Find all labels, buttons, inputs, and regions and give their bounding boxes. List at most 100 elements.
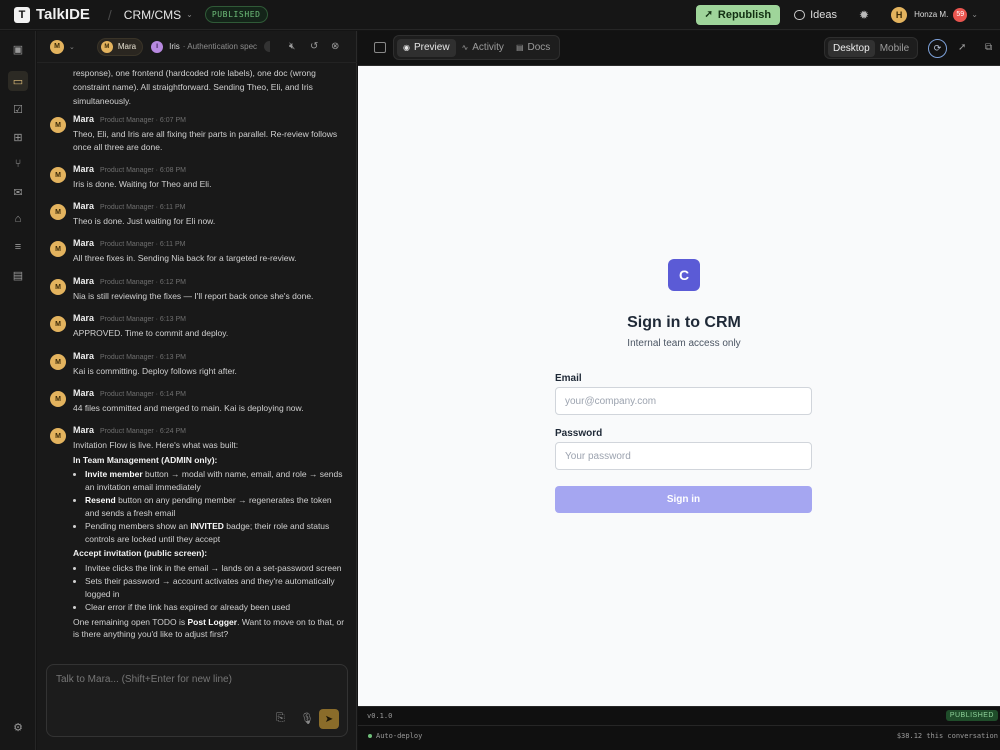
section-heading: Accept invitation (public screen):: [73, 548, 208, 558]
email-field[interactable]: your@company.com: [555, 387, 812, 415]
list-item: Pending members show an INVITED badge; t…: [85, 520, 347, 545]
project-selector[interactable]: CRM/CMS ⌄: [124, 8, 193, 22]
message-meta: Product Manager · 6:11 PM: [100, 204, 186, 211]
external-link-icon[interactable]: ⧉: [985, 42, 992, 53]
message-text: Nia is still reviewing the fixes — I'll …: [73, 291, 314, 301]
author-name: Mara: [73, 388, 95, 398]
mail-icon[interactable]: ✉: [8, 182, 28, 202]
eye-icon: ◉: [403, 43, 410, 52]
message-text: 44 files committed and merged to main. K…: [73, 403, 304, 413]
email-label: Email: [555, 373, 582, 384]
list-item: Resend button on any pending member → re…: [85, 494, 347, 519]
project-name: CRM/CMS: [123, 7, 182, 22]
author-name: Mara: [73, 425, 95, 435]
sign-in-button[interactable]: Sign in: [555, 486, 812, 513]
message-meta: Product Manager · 6:12 PM: [100, 279, 187, 286]
database-icon[interactable]: ≡: [8, 237, 28, 257]
rocket-icon[interactable]: ➚: [958, 42, 966, 53]
status-dot-icon: [368, 734, 372, 738]
device-toggle: Desktop Mobile: [824, 37, 919, 59]
send-arrow-icon: ➤: [324, 713, 334, 725]
tab-label: Preview: [413, 42, 450, 53]
overflow-agent-chip[interactable]: [264, 41, 271, 52]
view-tabs: ◉ Preview ∿ Activity ▤ Docs: [393, 35, 561, 60]
conversation-cost: $38.12 this conversation: [896, 732, 998, 740]
preview-panel: ◉ Preview ∿ Activity ▤ Docs Desktop Mobile …: [358, 31, 1000, 750]
republish-label: Republish: [717, 8, 772, 21]
author-name: Mara: [73, 201, 95, 211]
app-name: TalkIDE: [36, 6, 90, 23]
activity-pulse-icon: ∿: [461, 43, 469, 52]
git-branch-icon[interactable]: ⑂: [8, 154, 28, 174]
refresh-icon[interactable]: ⟳: [928, 39, 947, 58]
agent-name: Mara: [117, 42, 137, 51]
auto-deploy-label: Auto-deploy: [376, 732, 423, 740]
page-subtitle: Internal team access only: [627, 338, 741, 349]
brand[interactable]: T TalkIDE: [14, 6, 90, 23]
message-meta: Product Manager · 6:13 PM: [100, 316, 187, 323]
list-item: Sets their password → account activates …: [85, 575, 347, 600]
agent-selector[interactable]: M ⌄: [50, 39, 75, 54]
ideas-button[interactable]: Ideas: [794, 9, 837, 21]
password-field[interactable]: Your password: [555, 442, 812, 470]
author-name: Mara: [73, 164, 95, 174]
theme-toggle-sun-icon[interactable]: ✹: [859, 8, 869, 22]
mute-speaker-icon[interactable]: 🔇︎: [289, 41, 295, 52]
deploy-bar: Auto-deploy $38.12 this conversation: [358, 725, 1000, 750]
agent-chip-mara[interactable]: M Mara: [96, 37, 144, 56]
bold-term: Invite member: [85, 469, 143, 479]
author-avatar: M: [50, 167, 66, 183]
device-desktop[interactable]: Desktop: [828, 39, 875, 57]
agent-task: · Authentication spec: [182, 42, 258, 51]
microphone-icon[interactable]: 🎙︎: [300, 712, 314, 725]
send-button[interactable]: ➤: [319, 709, 339, 729]
author-avatar: M: [50, 241, 66, 257]
message-meta: Product Manager · 6:08 PM: [100, 167, 187, 174]
message-meta: Product Manager · 6:14 PM: [100, 391, 187, 398]
list-item-text: button on any pending member → regenerat…: [85, 495, 332, 518]
sidebar-toggle-icon[interactable]: [374, 42, 386, 53]
auto-deploy-toggle[interactable]: Auto-deploy: [368, 732, 422, 740]
chat-bubble-icon: [794, 9, 806, 20]
bold-term: Resend: [85, 495, 116, 505]
message-composer[interactable]: Talk to Mara... (Shift+Enter for new lin…: [46, 664, 348, 737]
close-circle-icon[interactable]: ⊗: [331, 41, 339, 52]
tab-docs[interactable]: ▤ Docs: [510, 39, 556, 57]
tree-structure-icon[interactable]: ⊞: [8, 127, 28, 147]
author-avatar: M: [50, 316, 66, 332]
bullet-list: Invite member button → modal with name, …: [85, 468, 347, 545]
user-menu[interactable]: H Honza M. 59 ⌄: [891, 6, 978, 23]
document-icon[interactable]: ▤: [8, 265, 28, 285]
tab-label: Docs: [527, 42, 551, 53]
talkide-logo-icon: T: [14, 6, 30, 23]
message-list[interactable]: response), one frontend (hardcoded role …: [37, 64, 357, 658]
device-mobile[interactable]: Mobile: [875, 40, 914, 57]
tab-preview[interactable]: ◉ Preview: [397, 38, 456, 57]
bold-term: INVITED: [190, 521, 224, 531]
published-badge: PUBLISHED: [945, 710, 998, 721]
message-meta: Product Manager · 6:13 PM: [100, 354, 187, 361]
layout-panel-icon[interactable]: ▣: [8, 39, 28, 59]
chat-icon[interactable]: ▭: [8, 71, 28, 91]
bold-term: Post Logger: [187, 616, 238, 627]
author-avatar: M: [50, 117, 66, 133]
message-meta: Product Manager · 6:07 PM: [100, 117, 187, 124]
list-item-text: Pending members show an: [85, 521, 191, 531]
settings-gear-icon[interactable]: ⚙: [8, 717, 28, 737]
breadcrumb-separator: /: [107, 6, 112, 23]
republish-button[interactable]: ➚ Republish: [695, 4, 781, 25]
message-fragment: response), one frontend (hardcoded role …: [73, 68, 316, 106]
notification-count-badge: 59: [953, 7, 968, 22]
document-icon: ▤: [515, 43, 524, 52]
tab-activity[interactable]: ∿ Activity: [456, 39, 510, 57]
checklist-icon[interactable]: ☑: [8, 99, 28, 119]
inbox-icon[interactable]: ⌂: [8, 209, 28, 229]
paperclip-icon[interactable]: ⎘: [276, 712, 285, 725]
composer-placeholder: Talk to Mara... (Shift+Enter for new lin…: [56, 674, 232, 685]
agent-chip-iris[interactable]: I Iris · Authentication spec: [151, 38, 257, 56]
history-icon[interactable]: ↺: [310, 41, 318, 52]
author-name: Mara: [73, 313, 95, 323]
message-text: Iris is done. Waiting for Theo and Eli.: [73, 179, 212, 189]
tab-label: Activity: [472, 42, 504, 53]
message-outro: One remaining open TODO is Post Logger. …: [73, 616, 347, 641]
